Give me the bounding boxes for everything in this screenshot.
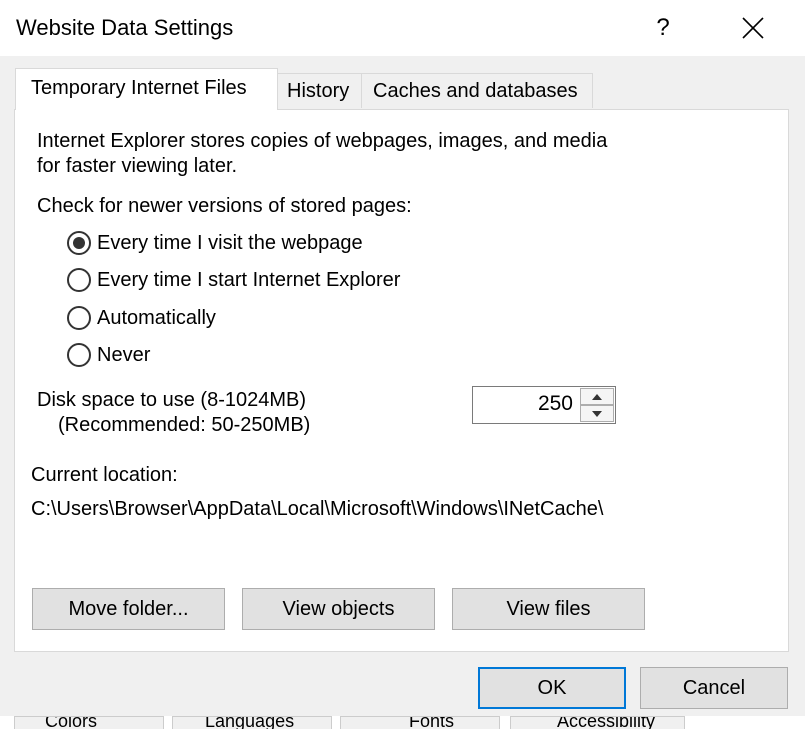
radio-never[interactable]: Never (67, 343, 150, 367)
spin-up-button[interactable] (580, 388, 614, 405)
radio-button[interactable] (67, 268, 91, 292)
ok-button[interactable]: OK (478, 667, 626, 709)
radio-button[interactable] (67, 231, 91, 255)
background-tab-fonts: Fonts (340, 716, 500, 729)
radio-selected-dot (73, 237, 85, 249)
disk-space-value[interactable]: 250 (538, 392, 573, 416)
cancel-button[interactable]: Cancel (640, 667, 788, 709)
move-folder-button[interactable]: Move folder... (32, 588, 225, 630)
description-line-2: for faster viewing later. (37, 155, 238, 177)
background-tab-colors: Colors (14, 716, 164, 729)
check-versions-label: Check for newer versions of stored pages… (37, 195, 412, 217)
radio-button[interactable] (67, 343, 91, 367)
radio-every-start[interactable]: Every time I start Internet Explorer (67, 268, 400, 292)
background-tab-accessibility: Accessibility (510, 716, 685, 729)
spin-down-button[interactable] (580, 405, 614, 422)
view-objects-button[interactable]: View objects (242, 588, 435, 630)
radio-label: Every time I start Internet Explorer (97, 268, 401, 291)
radio-label: Never (97, 343, 151, 366)
view-files-button[interactable]: View files (452, 588, 645, 630)
disk-space-stepper[interactable]: 250 (472, 386, 616, 424)
disk-space-label: Disk space to use (8-1024MB) (37, 389, 307, 411)
background-window-strip: Colors Languages Fonts Accessibility (0, 716, 805, 729)
description-line-1: Internet Explorer stores copies of webpa… (37, 130, 608, 152)
tab-label: Temporary Internet Files (31, 77, 247, 99)
background-tab-languages: Languages (172, 716, 332, 729)
radio-automatically[interactable]: Automatically (67, 306, 216, 330)
radio-button[interactable] (67, 306, 91, 330)
radio-label: Every time I visit the webpage (97, 231, 363, 254)
arrow-up-icon (592, 393, 602, 400)
tab-caches-and-databases[interactable]: Caches and databases (361, 73, 593, 108)
tab-panel (14, 109, 789, 652)
close-button[interactable] (730, 8, 776, 48)
help-button[interactable]: ? (640, 8, 686, 48)
radio-every-visit[interactable]: Every time I visit the webpage (67, 231, 363, 255)
tab-label: Caches and databases (373, 80, 578, 102)
disk-space-recommended: (Recommended: 50-250MB) (58, 414, 311, 436)
tab-temporary-internet-files[interactable]: Temporary Internet Files (15, 68, 278, 110)
window-title: Website Data Settings (16, 15, 234, 40)
radio-label: Automatically (97, 306, 216, 329)
tab-label: History (287, 80, 350, 102)
close-icon (742, 17, 764, 39)
help-icon: ? (656, 14, 670, 41)
tab-history[interactable]: History (277, 73, 362, 108)
current-location-path: C:\Users\Browser\AppData\Local\Microsoft… (31, 498, 604, 520)
current-location-label: Current location: (31, 464, 178, 486)
arrow-down-icon (592, 410, 602, 417)
